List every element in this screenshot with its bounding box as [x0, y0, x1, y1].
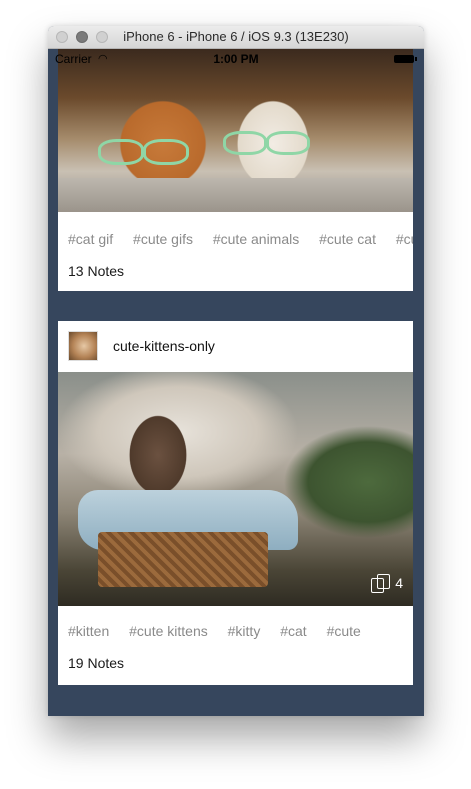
- tag[interactable]: #cute: [396, 231, 413, 247]
- status-time: 1:00 PM: [213, 52, 259, 66]
- post-tags: #cat gif #cute gifs #cute animals #cute …: [68, 231, 413, 247]
- glasses-shape: [223, 131, 267, 155]
- post-photo[interactable]: 4: [58, 372, 413, 606]
- blog-avatar[interactable]: [68, 331, 98, 361]
- glasses-shape: [98, 139, 144, 165]
- tag[interactable]: #kitty: [228, 623, 261, 639]
- notes-count[interactable]: 19 Notes: [68, 655, 124, 671]
- post-photo[interactable]: [58, 49, 413, 212]
- tag[interactable]: #cat: [280, 623, 306, 639]
- tag[interactable]: #kitten: [68, 623, 109, 639]
- status-bar: Carrier ◠ 1:00 PM: [48, 49, 424, 68]
- tag[interactable]: #cat gif: [68, 231, 113, 247]
- tag[interactable]: #cute: [327, 623, 361, 639]
- post-header: cute-kittens-only: [58, 321, 413, 372]
- simulator-window: iPhone 6 - iPhone 6 / iOS 9.3 (13E230) C…: [48, 26, 424, 716]
- glasses-shape: [266, 131, 310, 155]
- tag[interactable]: #cute gifs: [133, 231, 193, 247]
- glasses-shape: [143, 139, 189, 165]
- tag[interactable]: #cute cat: [319, 231, 376, 247]
- tag[interactable]: #cute kittens: [129, 623, 208, 639]
- photo-count: 4: [395, 575, 403, 591]
- post-tags: #kitten #cute kittens #kitty #cat #cute: [68, 623, 413, 639]
- window-title: iPhone 6 - iPhone 6 / iOS 9.3 (13E230): [123, 29, 349, 44]
- title-bar: iPhone 6 - iPhone 6 / iOS 9.3 (13E230): [48, 26, 424, 49]
- photoset-indicator[interactable]: 4: [371, 574, 403, 593]
- tag[interactable]: #cute animals: [213, 231, 299, 247]
- blog-name[interactable]: cute-kittens-only: [113, 338, 215, 354]
- post-card[interactable]: #cat gif #cute gifs #cute animals #cute …: [58, 49, 413, 291]
- notes-count[interactable]: 13 Notes: [68, 263, 124, 279]
- basket-shape: [98, 532, 268, 587]
- post-card[interactable]: cute-kittens-only 4 #kitten #cute kitten…: [58, 321, 413, 685]
- photoset-icon: [371, 574, 391, 593]
- photo-floor: [58, 178, 413, 212]
- battery-icon: [394, 55, 417, 63]
